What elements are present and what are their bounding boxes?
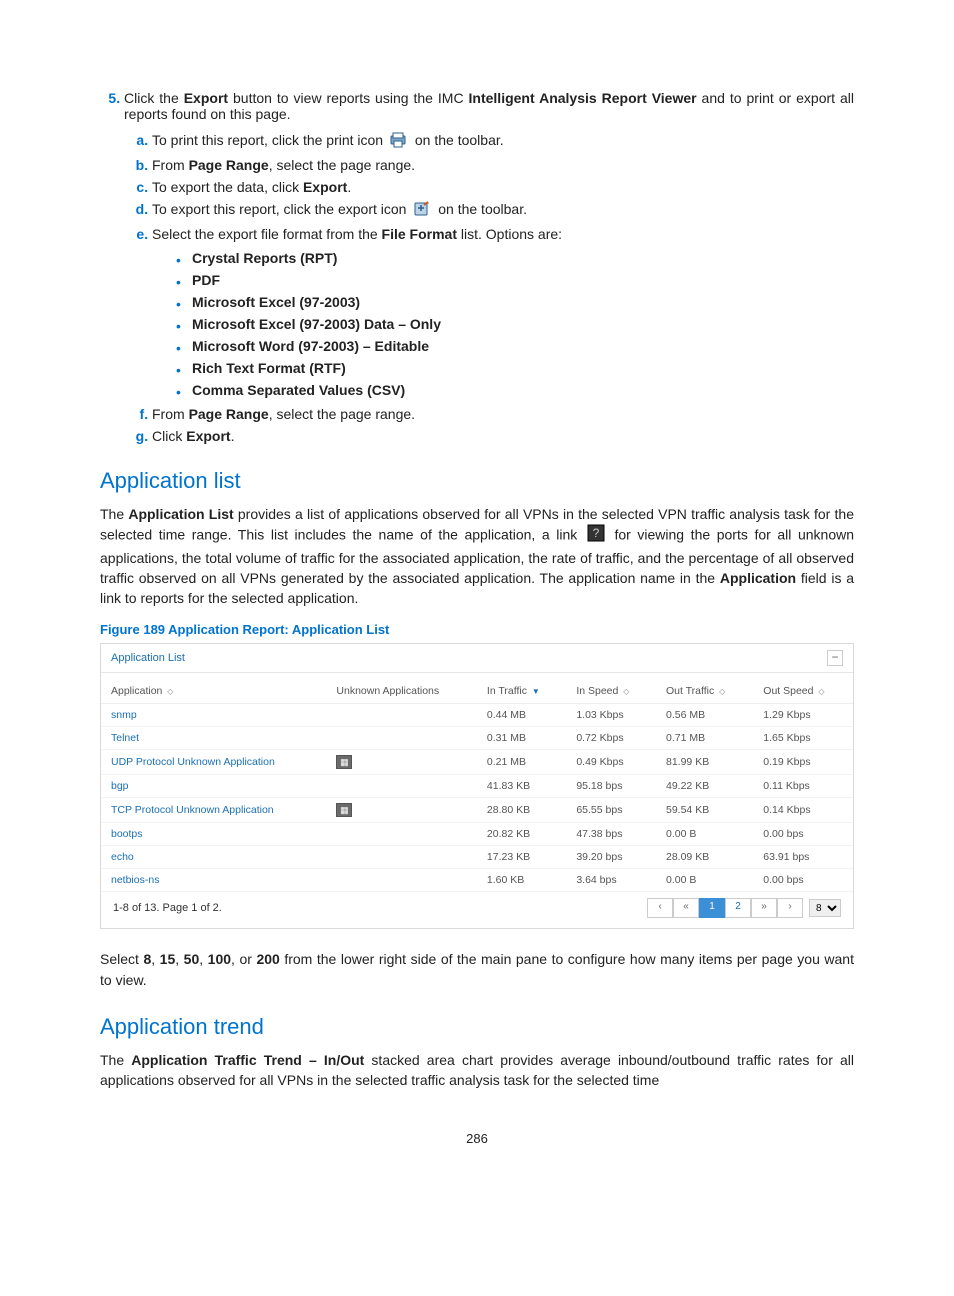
substep-d: To export this report, click the export …	[152, 201, 854, 220]
col-in-speed[interactable]: In Speed ◇	[566, 679, 656, 704]
application-table: Application ◇ Unknown Applications In Tr…	[101, 679, 853, 892]
format-item: Crystal Reports (RPT)	[192, 250, 854, 266]
substep-f: From Page Range, select the page range.	[152, 406, 854, 422]
format-item: Rich Text Format (RTF)	[192, 360, 854, 376]
substep-g: Click Export.	[152, 428, 854, 444]
format-item: Microsoft Excel (97-2003)	[192, 294, 854, 310]
app-link[interactable]: TCP Protocol Unknown Application	[111, 804, 274, 816]
app-link[interactable]: echo	[111, 851, 134, 863]
substep-a: To print this report, click the print ic…	[152, 132, 854, 151]
format-item: Microsoft Word (97-2003) – Editable	[192, 338, 854, 354]
pager-controls: ‹ « 1 2 » › 8	[647, 898, 841, 918]
print-icon	[390, 132, 408, 151]
pager-first[interactable]: «	[673, 898, 699, 918]
applist-footnote: Select 8, 15, 50, 100, or 200 from the l…	[100, 949, 854, 990]
panel-title: Application List	[111, 652, 185, 664]
substep-e: Select the export file format from the F…	[152, 226, 854, 398]
unknown-app-icon[interactable]: ▦	[336, 755, 352, 769]
substep-c: To export the data, click Export.	[152, 179, 854, 195]
table-row: bgp41.83 KB95.18 bps49.22 KB0.11 Kbps	[101, 775, 853, 798]
application-list-panel: Application List − Application ◇ Unknown…	[100, 643, 854, 929]
col-in-traffic[interactable]: In Traffic ▼	[477, 679, 566, 704]
help-icon: ?	[587, 524, 605, 547]
app-link[interactable]: snmp	[111, 709, 137, 721]
step-5: Click the Export button to view reports …	[124, 90, 854, 444]
table-row: bootps20.82 KB47.38 bps0.00 B0.00 bps	[101, 823, 853, 846]
app-link[interactable]: bgp	[111, 780, 129, 792]
col-application[interactable]: Application ◇	[101, 679, 326, 704]
col-out-speed[interactable]: Out Speed ◇	[753, 679, 853, 704]
substep-b: From Page Range, select the page range.	[152, 157, 854, 173]
heading-application-list: Application list	[100, 468, 854, 494]
table-row: echo17.23 KB39.20 bps28.09 KB63.91 bps	[101, 846, 853, 869]
unknown-app-icon[interactable]: ▦	[336, 803, 352, 817]
table-row: snmp0.44 MB1.03 Kbps0.56 MB1.29 Kbps	[101, 704, 853, 727]
app-link[interactable]: Telnet	[111, 732, 139, 744]
export-icon	[413, 201, 431, 220]
pager-next[interactable]: ›	[777, 898, 803, 918]
pager-page-1[interactable]: 1	[699, 898, 725, 918]
apptrend-paragraph: The Application Traffic Trend – In/Out s…	[100, 1050, 854, 1091]
app-link[interactable]: bootps	[111, 828, 143, 840]
pager-prev[interactable]: ‹	[647, 898, 673, 918]
app-link[interactable]: UDP Protocol Unknown Application	[111, 756, 275, 768]
pager-status: 1-8 of 13. Page 1 of 2.	[113, 902, 222, 914]
pager-last[interactable]: »	[751, 898, 777, 918]
app-link[interactable]: netbios-ns	[111, 874, 159, 886]
applist-paragraph: The Application List provides a list of …	[100, 504, 854, 608]
figure-caption: Figure 189 Application Report: Applicati…	[100, 622, 854, 637]
format-item: Comma Separated Values (CSV)	[192, 382, 854, 398]
svg-text:?: ?	[593, 526, 600, 540]
collapse-button[interactable]: −	[827, 650, 843, 666]
pager-page-2[interactable]: 2	[725, 898, 751, 918]
step5-text: Click the Export button to view reports …	[124, 90, 854, 122]
table-row: UDP Protocol Unknown Application▦0.21 MB…	[101, 750, 853, 775]
col-out-traffic[interactable]: Out Traffic ◇	[656, 679, 753, 704]
heading-application-trend: Application trend	[100, 1014, 854, 1040]
format-item: Microsoft Excel (97-2003) Data – Only	[192, 316, 854, 332]
col-unknown[interactable]: Unknown Applications	[326, 679, 477, 704]
table-row: Telnet0.31 MB0.72 Kbps0.71 MB1.65 Kbps	[101, 727, 853, 750]
page-number: 286	[100, 1131, 854, 1146]
per-page-select[interactable]: 8	[809, 899, 841, 917]
table-row: netbios-ns1.60 KB3.64 bps0.00 B0.00 bps	[101, 869, 853, 892]
format-item: PDF	[192, 272, 854, 288]
table-row: TCP Protocol Unknown Application▦28.80 K…	[101, 798, 853, 823]
